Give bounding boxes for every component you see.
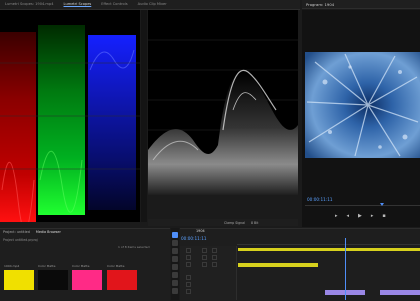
program-timecode[interactable]: 00:00:11:11 <box>307 197 333 202</box>
project-item-count: 1 of 8 items selected <box>118 245 150 249</box>
tab-lumetri-scopes-source[interactable]: Lumetri Scopes: 1904.mp4 <box>0 0 59 9</box>
razor-tool-icon[interactable] <box>172 256 178 262</box>
clip-label: Color Matte <box>107 264 125 268</box>
waveform-graphic <box>148 39 298 195</box>
scopes-tab-strip: Lumetri Scopes: 1904.mp4 Lumetri Scopes … <box>0 0 300 10</box>
bit-depth-select[interactable]: 8 Bit <box>251 221 258 225</box>
hand-tool-icon[interactable] <box>172 280 178 286</box>
frozen-texture-image <box>305 52 420 158</box>
clip-thumbnail-red[interactable] <box>107 270 137 290</box>
timeline-sequence-tab[interactable]: 1904 <box>196 229 205 233</box>
clip-thumbnail-pink[interactable] <box>72 270 102 290</box>
track-target-v3[interactable] <box>186 248 191 253</box>
tab-media-browser[interactable]: Media Browser <box>36 229 61 236</box>
program-monitor-title[interactable]: Program: 1904 <box>302 0 420 9</box>
eye-icon[interactable] <box>212 248 217 253</box>
track-target-v2[interactable] <box>186 255 191 260</box>
track-target-a1[interactable] <box>186 275 191 280</box>
mark-in-icon[interactable]: ▸ <box>335 213 338 219</box>
selection-tool-icon[interactable] <box>172 232 178 238</box>
clip-thumbnail-black[interactable] <box>38 270 68 290</box>
pen-tool-icon[interactable] <box>172 272 178 278</box>
slip-tool-icon[interactable] <box>172 264 178 270</box>
timeline-clip-v1[interactable] <box>238 263 318 267</box>
scope-scale <box>141 10 147 222</box>
type-tool-icon[interactable] <box>172 288 178 294</box>
track-target-v1[interactable] <box>186 262 191 267</box>
timeline-playhead[interactable] <box>345 238 346 300</box>
timeline-ruler[interactable] <box>237 238 420 245</box>
project-tabs: Project: untitled Media Browser <box>0 229 170 236</box>
track-target-a2[interactable] <box>186 282 191 287</box>
lock-icon[interactable] <box>202 248 207 253</box>
program-time-ruler[interactable] <box>305 203 420 211</box>
eye-icon[interactable] <box>212 262 217 267</box>
tab-project[interactable]: Project: untitled <box>3 229 30 236</box>
timeline-clip-yellow[interactable] <box>290 248 350 251</box>
timeline-clip-yellow[interactable] <box>350 248 420 251</box>
program-video-frame[interactable] <box>305 52 420 158</box>
clamp-signal-toggle[interactable]: Clamp Signal <box>224 221 245 225</box>
step-back-icon[interactable]: ◂ <box>347 213 350 219</box>
luma-waveform-scope <box>148 10 298 195</box>
track-headers <box>180 246 237 300</box>
lock-icon[interactable] <box>202 262 207 267</box>
play-icon[interactable]: ▶ <box>358 213 362 219</box>
lock-icon[interactable] <box>202 255 207 260</box>
ripple-edit-tool-icon[interactable] <box>172 248 178 254</box>
eye-icon[interactable] <box>212 255 217 260</box>
tab-audio-clip-mixer[interactable]: Audio Clip Mixer <box>133 0 172 9</box>
clip-label: Color Matte <box>72 264 90 268</box>
program-playhead[interactable] <box>380 203 384 206</box>
export-frame-icon[interactable]: ▪ <box>382 213 385 219</box>
timeline-clip-yellow[interactable] <box>238 248 290 251</box>
tools-panel <box>171 228 179 300</box>
scope-settings-bar: Clamp Signal 8 Bit <box>148 219 298 226</box>
timeline-clip-purple[interactable] <box>380 290 420 295</box>
track-target-a3[interactable] <box>186 289 191 294</box>
track-v2[interactable] <box>237 255 420 261</box>
timeline-timecode[interactable]: 00:00:11:11 <box>181 236 207 241</box>
clip-label: 1904.mp4 <box>4 264 20 268</box>
step-forward-icon[interactable]: ▸ <box>371 213 374 219</box>
rgb-parade-graphic <box>0 25 140 222</box>
program-transport-controls: ▸ ◂ ▶ ▸ ▪ <box>335 212 420 220</box>
clip-label: Color Matte <box>38 264 56 268</box>
tab-effect-controls[interactable]: Effect Controls <box>96 0 132 9</box>
tab-lumetri-scopes[interactable]: Lumetri Scopes <box>59 0 97 9</box>
track-select-tool-icon[interactable] <box>172 240 178 246</box>
clip-thumbnail-1904[interactable] <box>4 270 34 290</box>
rgb-parade-scope <box>0 10 140 222</box>
project-file-name: Project untitled.prproj <box>3 238 38 242</box>
